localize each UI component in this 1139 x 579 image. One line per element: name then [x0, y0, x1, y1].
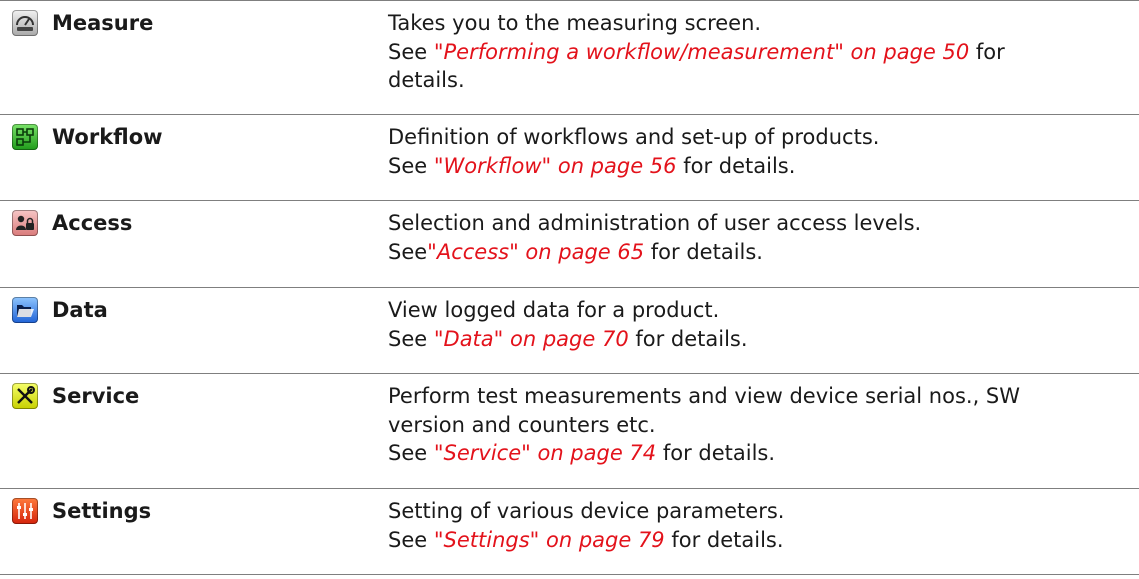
- name-cell: Data: [0, 288, 388, 373]
- description-text: Selection and administration of user acc…: [388, 211, 922, 235]
- name-cell: Measure: [0, 1, 388, 114]
- item-name: Settings: [52, 499, 152, 523]
- see-reference: See "Data" on page 70 for details.: [388, 326, 748, 351]
- description-cell: Definition of workflows and set-up of pr…: [388, 115, 1139, 200]
- settings-sliders-icon: [12, 498, 38, 524]
- table-row-measure: Measure Takes you to the measuring scree…: [0, 0, 1139, 115]
- cross-reference-link[interactable]: "Performing a workflow/measurement" on p…: [434, 40, 969, 64]
- item-name: Data: [52, 298, 108, 322]
- measure-gauge-icon: [12, 10, 38, 36]
- description-cell: Setting of various device parameters. Se…: [388, 489, 1139, 574]
- table-row-workflow: Workflow Definition of workflows and set…: [0, 115, 1139, 201]
- description-text: View logged data for a product.: [388, 298, 720, 322]
- description-text: Takes you to the measuring screen.: [388, 11, 762, 35]
- see-reference: See "Workflow" on page 56 for details.: [388, 153, 796, 178]
- description-text: Setting of various device parameters.: [388, 499, 785, 523]
- menu-table: Measure Takes you to the measuring scree…: [0, 0, 1139, 575]
- see-reference: See "Performing a workflow/measurement" …: [388, 39, 1005, 64]
- description-text: Definition of workflows and set-up of pr…: [388, 125, 880, 149]
- name-cell: Workflow: [0, 115, 388, 200]
- see-reference: See "Service" on page 74 for details.: [388, 441, 776, 465]
- item-name: Measure: [52, 11, 154, 35]
- description-cell: Perform test measurements and view devic…: [388, 374, 1139, 488]
- item-name: Service: [52, 384, 140, 408]
- item-name: Workflow: [52, 125, 163, 149]
- service-tools-icon: [12, 383, 38, 409]
- workflow-icon: [12, 124, 38, 150]
- description-text: Perform test measurements and view devic…: [388, 384, 1021, 408]
- cross-reference-link[interactable]: "Settings" on page 79: [434, 528, 665, 552]
- description-cell: Selection and administration of user acc…: [388, 201, 1139, 287]
- item-name: Access: [52, 211, 133, 235]
- data-folder-icon: [12, 297, 38, 323]
- cross-reference-link[interactable]: "Service" on page 74: [434, 441, 656, 465]
- description-cell: Takes you to the measuring screen. See "…: [388, 1, 1139, 114]
- description-text: version and counters etc.: [388, 412, 656, 437]
- table-row-access: Access Selection and administration of u…: [0, 201, 1139, 288]
- access-user-lock-icon: [12, 210, 38, 236]
- cross-reference-link[interactable]: "Data" on page 70: [434, 327, 629, 351]
- description-text: details.: [388, 68, 465, 92]
- cross-reference-link[interactable]: "Workflow" on page 56: [434, 154, 677, 178]
- see-reference: See"Access" on page 65 for details.: [388, 239, 763, 264]
- name-cell: Service: [0, 374, 388, 488]
- table-row-service: Service Perform test measurements and vi…: [0, 374, 1139, 489]
- table-row-settings: Settings Setting of various device param…: [0, 489, 1139, 575]
- see-reference: See "Settings" on page 79 for details.: [388, 527, 784, 552]
- cross-reference-link[interactable]: "Access" on page 65: [427, 240, 644, 264]
- description-cell: View logged data for a product. See "Dat…: [388, 288, 1139, 373]
- name-cell: Settings: [0, 489, 388, 574]
- table-row-data: Data View logged data for a product. See…: [0, 288, 1139, 374]
- name-cell: Access: [0, 201, 388, 287]
